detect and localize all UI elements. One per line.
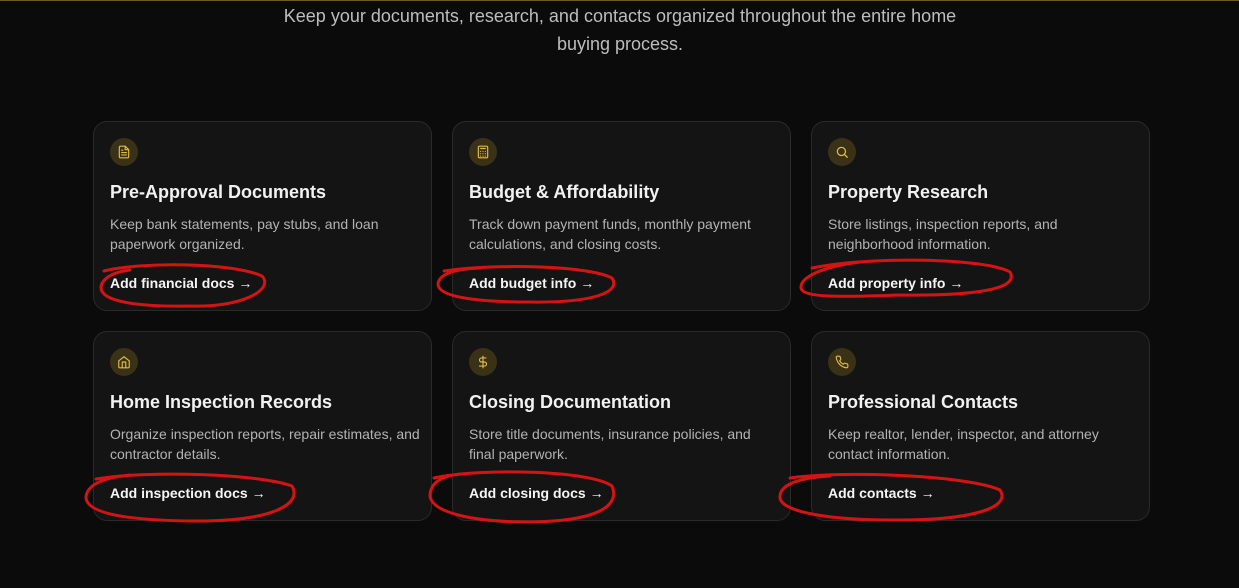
card-budget-affordability: Budget & Affordability Track down paymen… [452,121,791,311]
top-divider [0,0,1239,1]
card-pre-approval-documents: Pre-Approval Documents Keep bank stateme… [93,121,432,311]
card-description: Keep bank statements, pay stubs, and loa… [110,216,379,252]
document-icon [110,138,138,166]
phone-icon [828,348,856,376]
card-description: Track down payment funds, monthly paymen… [469,216,751,252]
section-subtitle: Keep your documents, research, and conta… [283,6,957,54]
card-description: Store title documents, insurance policie… [469,426,751,462]
add-inspection-docs-link[interactable]: Add inspection docs → [110,483,266,503]
card-title: Home Inspection Records [110,392,333,412]
search-icon [828,138,856,166]
feature-card-grid: Pre-Approval Documents Keep bank stateme… [93,121,1150,521]
card-description: Keep realtor, lender, inspector, and att… [828,426,1099,462]
calculator-icon [469,138,497,166]
card-closing-documentation: Closing Documentation Store title docume… [452,331,791,521]
page: Keep your documents, research, and conta… [0,0,1239,588]
add-property-info-link[interactable]: Add property info → [828,273,963,293]
card-property-research: Property Research Store listings, inspec… [811,121,1150,311]
card-home-inspection-records: Home Inspection Records Organize inspect… [93,331,432,521]
add-budget-info-link[interactable]: Add budget info → [469,273,594,293]
home-icon [110,348,138,376]
card-title: Pre-Approval Documents [110,182,327,202]
add-closing-docs-link[interactable]: Add closing docs → [469,483,604,503]
add-financial-docs-link[interactable]: Add financial docs → [110,273,252,293]
card-description: Organize inspection reports, repair esti… [110,426,420,462]
card-title: Closing Documentation [469,392,671,412]
card-professional-contacts: Professional Contacts Keep realtor, lend… [811,331,1150,521]
card-description: Store listings, inspection reports, and … [828,216,1058,252]
dollar-icon [469,348,497,376]
add-contacts-link[interactable]: Add contacts → [828,483,935,503]
card-title: Budget & Affordability [469,182,660,202]
card-title: Property Research [828,182,989,202]
card-title: Professional Contacts [828,392,1019,412]
